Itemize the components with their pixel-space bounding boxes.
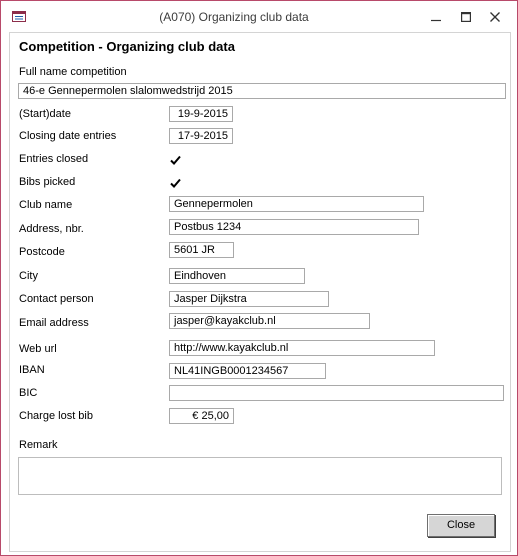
entries-closed-checkbox[interactable] [169,154,182,167]
remark-field[interactable] [18,457,502,495]
bibs-picked-label: Bibs picked [19,176,76,188]
postcode-field[interactable]: 5601 JR [169,242,234,258]
entries-closed-label: Entries closed [19,153,89,165]
email-label: Email address [19,317,89,329]
city-field[interactable]: Eindhoven [169,268,305,284]
bic-field[interactable] [169,385,504,401]
full-name-field[interactable]: 46-e Gennepermolen slalomwedstrijd 2015 [18,83,506,99]
iban-field[interactable]: NL41INGB0001234567 [169,363,326,379]
email-field[interactable]: jasper@kayakclub.nl [169,313,370,329]
window-title: (A070) Organizing club data [159,10,309,24]
club-name-label: Club name [19,199,73,211]
city-label: City [19,270,38,282]
address-field[interactable]: Postbus 1234 [169,219,419,235]
bibs-picked-checkbox[interactable] [169,177,182,190]
iban-label: IBAN [19,364,45,376]
postcode-label: Postcode [19,246,65,258]
club-name-field[interactable]: Gennepermolen [169,196,424,212]
checkmark-icon [170,155,181,165]
maximize-icon [461,12,471,22]
contact-person-field[interactable]: Jasper Dijkstra [169,291,329,307]
minimize-icon [431,19,441,22]
address-label: Address, nbr. [19,223,84,235]
close-button[interactable]: Close [427,514,495,537]
maximize-button[interactable] [453,7,479,27]
start-date-field[interactable]: 19-9-2015 [169,106,233,122]
start-date-label: (Start)date [19,108,71,120]
remark-label: Remark [19,439,58,451]
bic-label: BIC [19,387,38,399]
close-icon [490,12,500,22]
contact-person-label: Contact person [19,293,94,305]
charge-lost-bib-label: Charge lost bib [19,410,93,422]
closing-date-label: Closing date entries [19,130,117,142]
full-name-label: Full name competition [19,66,127,78]
web-url-label: Web url [19,343,57,355]
form-heading: Competition - Organizing club data [19,39,235,54]
title-bar[interactable]: (A070) Organizing club data [1,1,517,31]
checkmark-icon [170,178,181,188]
charge-lost-bib-field[interactable]: € 25,00 [169,408,234,424]
close-window-button[interactable] [482,7,508,27]
minimize-button[interactable] [423,7,449,27]
form-window: (A070) Organizing club data Competition … [0,0,518,556]
web-url-field[interactable]: http://www.kayakclub.nl [169,340,435,356]
closing-date-field[interactable]: 17-9-2015 [169,128,233,144]
